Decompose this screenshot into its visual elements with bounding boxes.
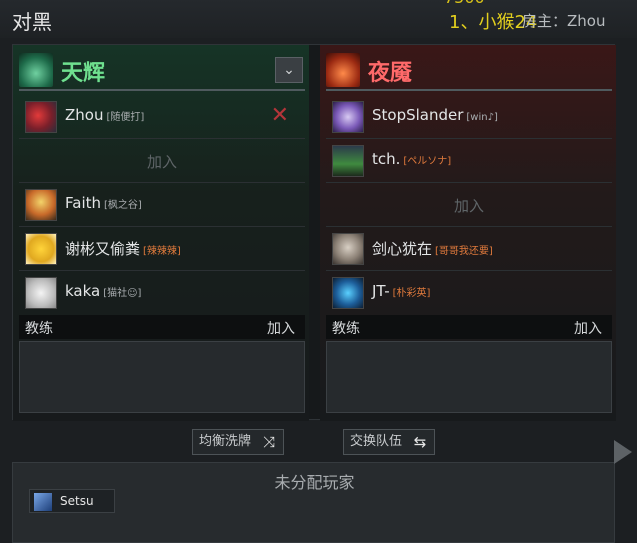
player-slot[interactable]: tch. [ペルソナ] [326, 139, 612, 183]
player-slot[interactable]: JT- [朴彩英] [326, 271, 612, 315]
avatar [332, 101, 364, 133]
coach-label: 教练 [25, 321, 53, 337]
balanced-shuffle-button[interactable]: 均衡洗牌 ⤨ [192, 429, 284, 455]
shuffle-icon: ⤨ [262, 433, 275, 451]
radiant-header: 天辉 ⌄ [19, 51, 305, 91]
player-tag: [辣辣辣] [143, 246, 181, 257]
dire-team: 夜魇 StopSlander [win♪] tch. [ペルソナ] 加入 剑心犹在[… [320, 45, 616, 421]
player-slot[interactable]: StopSlander [win♪] [326, 95, 612, 139]
coach-label: 教练 [332, 321, 360, 337]
kick-icon[interactable]: ✕ [271, 103, 289, 128]
player-name: Faith [枫之谷] [65, 194, 142, 212]
coach-join-button[interactable]: 加入 [574, 318, 602, 338]
radiant-team: 天辉 ⌄ Zhou [随便打] ✕ 加入 Faith [枫之谷] 谢彬又偷粪 [辣辣辣… [13, 45, 309, 421]
shuffle-button-label: 均衡洗牌 [199, 434, 252, 449]
avatar [34, 493, 52, 511]
join-slot-label: 加入 [453, 197, 484, 215]
avatar [332, 277, 364, 309]
player-tag: [枫之谷] [104, 200, 142, 211]
coach-slot[interactable] [19, 341, 305, 413]
player-tag: [随便打] [106, 112, 145, 123]
swap-teams-button[interactable]: 交换队伍 ⇆ [343, 429, 435, 455]
chevron-down-icon[interactable]: ⌄ [275, 57, 303, 83]
player-slot[interactable]: Faith [枫之谷] [19, 183, 305, 227]
join-slot-label: 加入 [146, 153, 177, 171]
player-name: JT- [朴彩英] [372, 282, 431, 300]
coach-bar: 教练 加入 [326, 315, 612, 339]
player-tag: [朴彩英] [392, 288, 431, 299]
empty-slot[interactable]: 加入 [326, 183, 612, 227]
unassigned-players-panel: 未分配玩家 Setsu [12, 462, 615, 543]
player-tag: [哥哥我还要] [435, 246, 493, 257]
player-name: StopSlander [win♪] [372, 106, 498, 124]
player-name: Setsu [60, 494, 94, 508]
player-name: 剑心犹在 [哥哥我还要] [372, 240, 493, 258]
player-tag: [win♪] [466, 112, 498, 123]
teams-panel: 天辉 ⌄ Zhou [随便打] ✕ 加入 Faith [枫之谷] 谢彬又偷粪 [辣辣辣… [12, 44, 616, 421]
player-name: tch. [ペルソナ] [372, 150, 452, 168]
avatar [332, 233, 364, 265]
overlay-number: 7500 [444, 0, 485, 7]
coach-join-button[interactable]: 加入 [267, 318, 295, 338]
unassigned-player[interactable]: Setsu [29, 489, 115, 513]
empty-slot[interactable]: 加入 [19, 139, 305, 183]
player-name: 谢彬又偷粪 [辣辣辣] [65, 240, 181, 258]
player-slot[interactable]: 剑心犹在 [哥哥我还要] [326, 227, 612, 271]
avatar [332, 145, 364, 177]
coach-bar: 教练 加入 [19, 315, 305, 339]
player-slot[interactable]: Zhou [随便打] ✕ [19, 95, 305, 139]
swap-icon: ⇆ [413, 433, 427, 451]
dire-team-name: 夜魇 [368, 61, 413, 86]
page-title: 对黑 [12, 10, 52, 34]
host-label: 房主：Zhou [522, 12, 606, 30]
avatar [25, 101, 57, 133]
arrow-right-icon[interactable] [614, 440, 632, 464]
player-slot[interactable]: kaka [猫社☺] [19, 271, 305, 315]
player-tag: [ペルソナ] [403, 156, 452, 167]
radiant-logo-icon [19, 53, 53, 87]
player-tag: [猫社☺] [103, 288, 142, 299]
avatar [25, 189, 57, 221]
avatar [25, 277, 57, 309]
dire-header: 夜魇 [326, 51, 612, 91]
coach-slot[interactable] [326, 341, 612, 413]
player-name: Zhou [随便打] [65, 106, 145, 124]
radiant-team-name: 天辉 [61, 61, 106, 86]
dire-logo-icon [326, 53, 360, 87]
player-slot[interactable]: 谢彬又偷粪 [辣辣辣] [19, 227, 305, 271]
player-name: kaka [猫社☺] [65, 282, 142, 300]
swap-button-label: 交换队伍 [350, 434, 403, 449]
avatar [25, 233, 57, 265]
